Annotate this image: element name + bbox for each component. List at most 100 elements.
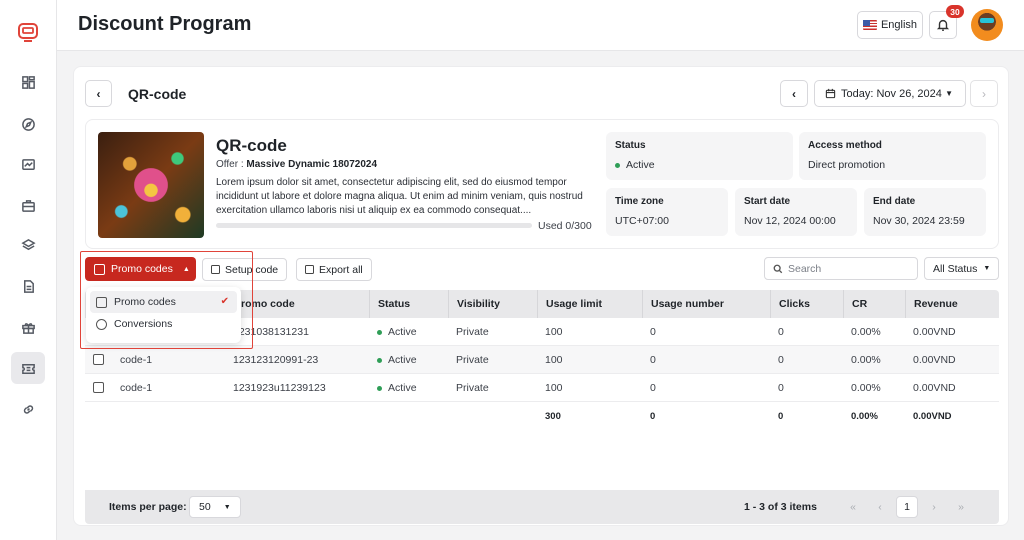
row-status: Active bbox=[388, 382, 417, 394]
link-icon bbox=[23, 404, 33, 414]
row-revenue: 0.00VND bbox=[913, 354, 956, 366]
notification-badge: 30 bbox=[946, 5, 964, 18]
row-clicks: 0 bbox=[778, 354, 784, 366]
sidebar bbox=[0, 0, 57, 540]
column-header-cr[interactable]: CR bbox=[843, 290, 905, 318]
date-picker[interactable]: Today: Nov 26, 2024 ▼ bbox=[814, 80, 966, 107]
sidebar-item-explore[interactable] bbox=[11, 108, 45, 140]
row-revenue: 0.00VND bbox=[913, 326, 956, 338]
status-filter-select[interactable]: All Status ▼ bbox=[924, 257, 999, 280]
row-promo-code: 1231923u11239123 bbox=[233, 382, 326, 394]
export-all-button[interactable]: Export all bbox=[296, 258, 372, 281]
first-page-button[interactable]: « bbox=[842, 496, 864, 518]
bell-icon bbox=[936, 19, 950, 31]
sidebar-item-document[interactable] bbox=[11, 270, 45, 302]
row-status: Active bbox=[388, 326, 417, 338]
sidebar-item-link[interactable] bbox=[11, 393, 45, 425]
search-input[interactable]: Search bbox=[764, 257, 918, 280]
last-page-button[interactable]: » bbox=[950, 496, 972, 518]
sidebar-item-gift[interactable] bbox=[11, 311, 45, 343]
app-logo-icon[interactable] bbox=[17, 21, 39, 43]
previous-page-button[interactable]: ‹ bbox=[869, 496, 891, 518]
row-checkbox[interactable] bbox=[93, 354, 104, 365]
chevron-down-icon: ▼ bbox=[945, 89, 953, 98]
next-date-button[interactable]: › bbox=[970, 80, 998, 107]
code-icon bbox=[211, 265, 220, 274]
row-checkbox[interactable] bbox=[93, 382, 104, 393]
active-dot-icon bbox=[377, 357, 382, 363]
sidebar-item-ticket[interactable] bbox=[11, 352, 45, 384]
double-chevron-left-icon: « bbox=[850, 501, 856, 513]
status-cell: Status Active bbox=[606, 132, 793, 180]
offer-description: Lorem ipsum dolor sit amet, consectetur … bbox=[216, 177, 583, 216]
chevron-left-icon: ‹ bbox=[792, 86, 796, 101]
table-row[interactable]: code-1 1231923u11239123 Active Private 1… bbox=[85, 374, 999, 402]
page-title: Discount Program bbox=[78, 13, 252, 35]
previous-date-button[interactable]: ‹ bbox=[780, 80, 808, 107]
row-cr: 0.00% bbox=[851, 326, 881, 338]
menu-item-label: Promo codes bbox=[114, 296, 176, 308]
start-date-value: Nov 12, 2024 00:00 bbox=[744, 215, 836, 227]
current-page-button[interactable]: 1 bbox=[896, 496, 918, 518]
language-label: English bbox=[880, 19, 918, 31]
setup-code-button[interactable]: Setup code bbox=[202, 258, 288, 281]
offer-cover-image bbox=[98, 132, 204, 238]
document-icon bbox=[23, 279, 34, 293]
row-visibility: Private bbox=[456, 382, 489, 394]
sidebar-item-dashboard[interactable] bbox=[11, 66, 45, 98]
sidebar-item-finance[interactable] bbox=[11, 148, 45, 180]
access-method-label: Access method bbox=[808, 140, 882, 151]
date-label: Today: Nov 26, 2024 bbox=[841, 87, 942, 100]
calendar-icon bbox=[825, 88, 836, 99]
offer-prefix: Offer : bbox=[216, 159, 247, 170]
next-page-button[interactable]: › bbox=[923, 496, 945, 518]
column-header-usage-limit[interactable]: Usage limit bbox=[537, 290, 642, 318]
column-header-usage-number[interactable]: Usage number bbox=[642, 290, 770, 318]
items-per-page-select[interactable]: 50 ▼ bbox=[189, 496, 241, 518]
language-selector[interactable]: English bbox=[857, 11, 923, 39]
status-value: Active bbox=[626, 159, 655, 171]
row-usage-number: 0 bbox=[650, 354, 656, 366]
column-header-status[interactable]: Status bbox=[369, 290, 448, 318]
sidebar-item-layers[interactable] bbox=[11, 229, 45, 261]
timezone-label: Time zone bbox=[615, 196, 664, 207]
column-header-clicks[interactable]: Clicks bbox=[770, 290, 843, 318]
menu-item-label: Conversions bbox=[114, 318, 173, 330]
start-date-cell: Start date Nov 12, 2024 00:00 bbox=[735, 188, 857, 236]
search-placeholder: Search bbox=[788, 262, 822, 275]
column-header-promo-code[interactable]: Promo code bbox=[225, 290, 369, 318]
access-method-cell: Access method Direct promotion bbox=[799, 132, 986, 180]
table-totals-row: 300 0 0 0.00% 0.00VND bbox=[85, 402, 999, 432]
ticket-icon bbox=[21, 363, 35, 374]
access-method-value: Direct promotion bbox=[808, 159, 886, 171]
row-status: Active bbox=[388, 354, 417, 366]
top-bar: Discount Program English 30 bbox=[57, 0, 1024, 51]
menu-item-promo-codes[interactable]: Promo codes ✔ bbox=[90, 291, 237, 313]
status-label: Status bbox=[615, 140, 646, 151]
compass-icon bbox=[21, 117, 35, 131]
menu-item-conversions[interactable]: Conversions bbox=[90, 313, 237, 335]
row-usage-limit: 100 bbox=[545, 382, 563, 394]
back-button[interactable]: ‹ bbox=[85, 80, 112, 107]
promo-codes-tab-button[interactable]: Promo codes ▲ bbox=[85, 257, 196, 281]
column-header-visibility[interactable]: Visibility bbox=[448, 290, 537, 318]
total-clicks: 0 bbox=[778, 410, 784, 422]
row-cr: 0.00% bbox=[851, 382, 881, 394]
column-header-revenue[interactable]: Revenue bbox=[905, 290, 999, 318]
table-row[interactable]: code-1 123123120991-23 Active Private 10… bbox=[85, 346, 999, 374]
user-avatar[interactable] bbox=[971, 9, 1003, 41]
row-visibility: Private bbox=[456, 354, 489, 366]
search-icon bbox=[773, 264, 783, 273]
row-clicks: 0 bbox=[778, 326, 784, 338]
qr-scan-icon bbox=[94, 263, 105, 275]
us-flag-icon bbox=[862, 20, 877, 30]
active-dot-icon bbox=[615, 162, 620, 168]
sidebar-item-briefcase[interactable] bbox=[11, 189, 45, 221]
chevron-right-icon: › bbox=[932, 501, 936, 513]
double-chevron-right-icon: » bbox=[958, 501, 964, 513]
pagination-range: 1 - 3 of 3 items bbox=[744, 501, 817, 513]
row-usage-number: 0 bbox=[650, 382, 656, 394]
export-all-label: Export all bbox=[319, 263, 363, 276]
chevron-down-icon: ▼ bbox=[223, 503, 231, 511]
row-visibility: Private bbox=[456, 326, 489, 338]
